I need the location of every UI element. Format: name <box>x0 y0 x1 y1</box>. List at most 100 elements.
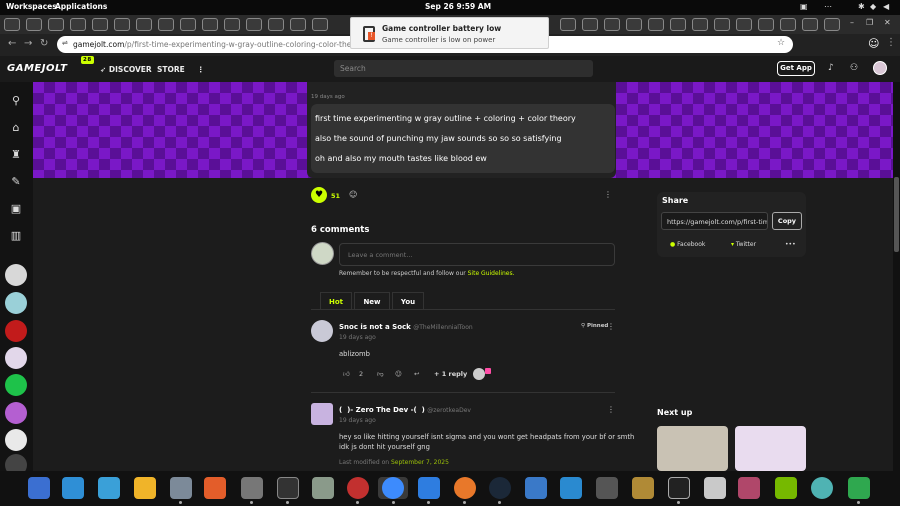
taskbar-app-icon[interactable] <box>62 477 84 499</box>
browser-tab[interactable] <box>582 18 598 31</box>
nav-store[interactable]: STORE <box>157 65 185 74</box>
browser-tab[interactable] <box>670 18 686 31</box>
applications-menu[interactable]: Applications <box>55 2 107 11</box>
taskbar-app-icon[interactable] <box>28 477 50 499</box>
sidebar-home-icon[interactable]: ⚲ <box>8 93 24 109</box>
page-scrollbar[interactable] <box>893 82 900 471</box>
browser-tab[interactable] <box>26 18 42 31</box>
comment-author[interactable]: Snoc is not a Sock @TheMillennialToon <box>339 323 473 331</box>
browser-tab[interactable] <box>692 18 708 31</box>
sidebar-community-avatar[interactable] <box>5 264 27 286</box>
browser-tab[interactable] <box>202 18 218 31</box>
taskbar-app-icon[interactable] <box>848 477 870 499</box>
view-replies-button[interactable]: + 1 reply <box>434 370 467 378</box>
notification-toast[interactable]: Game controller battery low Game control… <box>350 17 549 49</box>
sidebar-shop-icon[interactable]: ⌂ <box>8 120 24 136</box>
add-reaction-icon[interactable]: ☺ <box>349 190 357 199</box>
browser-tab[interactable] <box>780 18 796 31</box>
browser-tab[interactable] <box>268 18 284 31</box>
taskbar-terminal-icon[interactable] <box>277 477 299 499</box>
sidebar-backpack-icon[interactable]: ♜ <box>8 147 24 163</box>
sidebar-community-avatar[interactable] <box>5 292 27 314</box>
forward-icon[interactable]: → <box>24 38 32 49</box>
comment-like-icon[interactable]: 👍︎ <box>343 370 350 378</box>
browser-tab[interactable] <box>560 18 576 31</box>
taskbar-blender-icon[interactable] <box>454 477 476 499</box>
back-icon[interactable]: ← <box>8 38 16 49</box>
sidebar-chat-icon[interactable]: ▣ <box>8 201 24 217</box>
notifications-bell-icon[interactable]: ♪ <box>828 63 834 73</box>
sidebar-community-avatar[interactable] <box>5 347 27 369</box>
comment-avatar[interactable] <box>311 320 333 342</box>
comment-author-name[interactable]: ( )- Zero The Dev -( ) <box>339 406 425 414</box>
browser-tab[interactable] <box>736 18 752 31</box>
get-app-button[interactable]: Get App <box>777 61 815 76</box>
nav-more-icon[interactable]: ⋮ <box>197 65 205 74</box>
user-avatar[interactable] <box>873 61 887 75</box>
taskbar-app-icon[interactable] <box>596 477 618 499</box>
copy-button[interactable]: Copy <box>772 212 802 230</box>
post-more-icon[interactable]: ⋮ <box>604 190 612 199</box>
browser-tab[interactable] <box>136 18 152 31</box>
volume-icon[interactable]: ◀ <box>883 2 889 11</box>
system-clock[interactable]: Sep 26 9:59 AM <box>425 2 491 11</box>
browser-tab[interactable] <box>604 18 620 31</box>
comment-handle[interactable]: @zerotkeaDev <box>427 407 471 414</box>
share-url-field[interactable]: https://gamejolt.com/p/first-time <box>661 212 768 230</box>
taskbar-app-icon[interactable] <box>525 477 547 499</box>
sidebar-library-icon[interactable]: ▥ <box>8 228 24 244</box>
taskbar-app-icon[interactable] <box>704 477 726 499</box>
scrollbar-thumb[interactable] <box>894 177 899 252</box>
browser-tab[interactable] <box>714 18 730 31</box>
taskbar-chrome-icon[interactable] <box>382 477 404 499</box>
taskbar-app-icon[interactable] <box>134 477 156 499</box>
browser-tab[interactable] <box>312 18 328 31</box>
sidebar-quests-icon[interactable]: ✎ <box>8 174 24 190</box>
bookmark-star-icon[interactable]: ☆ <box>777 38 785 48</box>
comment-dislike-icon[interactable]: 👎︎ <box>377 370 384 378</box>
browser-tab[interactable] <box>648 18 664 31</box>
browser-tab[interactable] <box>824 18 840 31</box>
sidebar-community-avatar[interactable] <box>5 374 27 396</box>
tab-hot[interactable]: Hot <box>320 292 352 310</box>
share-more-button[interactable]: ••• <box>785 241 796 248</box>
browser-tab[interactable] <box>246 18 262 31</box>
tab-you[interactable]: You <box>392 292 424 310</box>
taskbar-app-icon[interactable] <box>811 477 833 499</box>
restore-window-icon[interactable]: ❐ <box>866 18 873 27</box>
close-window-icon[interactable]: ✕ <box>884 18 891 27</box>
tab-new[interactable]: New <box>354 292 390 310</box>
comment-avatar[interactable] <box>311 403 333 425</box>
browser-tab[interactable] <box>180 18 196 31</box>
taskbar-app-icon[interactable] <box>668 477 690 499</box>
browser-tab[interactable] <box>114 18 130 31</box>
tray-dots-icon[interactable]: ⋯ <box>824 2 832 11</box>
tray-icon[interactable]: ▣ <box>800 2 808 11</box>
comment-input[interactable]: Leave a comment... <box>339 243 615 266</box>
site-guidelines-link[interactable]: Site Guidelines. <box>468 270 515 277</box>
comment-author[interactable]: ( )- Zero The Dev -( ) @zerotkeaDev <box>339 406 471 414</box>
like-button[interactable]: ♥ <box>311 187 327 203</box>
browser-tab[interactable] <box>290 18 306 31</box>
taskbar-app-icon[interactable] <box>738 477 760 499</box>
browser-tab[interactable] <box>48 18 64 31</box>
browser-menu-icon[interactable]: ⋮ <box>886 37 896 48</box>
taskbar-app-icon[interactable] <box>312 477 334 499</box>
minimize-window-icon[interactable]: – <box>850 18 854 27</box>
nav-discover[interactable]: ➶ DISCOVER <box>100 65 152 74</box>
facebook-share-button[interactable]: ● Facebook <box>670 241 705 248</box>
taskbar-app-icon[interactable] <box>418 477 440 499</box>
sidebar-community-avatar[interactable] <box>5 429 27 451</box>
taskbar-app-icon[interactable] <box>775 477 797 499</box>
browser-tab[interactable] <box>92 18 108 31</box>
taskbar-app-icon[interactable] <box>632 477 654 499</box>
comment-more-icon[interactable]: ⋮ <box>607 322 615 331</box>
taskbar-app-icon[interactable] <box>98 477 120 499</box>
comment-more-icon[interactable]: ⋮ <box>607 405 615 414</box>
browser-tab[interactable] <box>626 18 642 31</box>
search-input[interactable]: Search <box>334 60 593 77</box>
network-icon[interactable]: ◆ <box>870 2 876 11</box>
browser-tab[interactable] <box>4 18 20 31</box>
workspaces-menu[interactable]: Workspaces <box>6 2 57 11</box>
taskbar-files-icon[interactable] <box>170 477 192 499</box>
